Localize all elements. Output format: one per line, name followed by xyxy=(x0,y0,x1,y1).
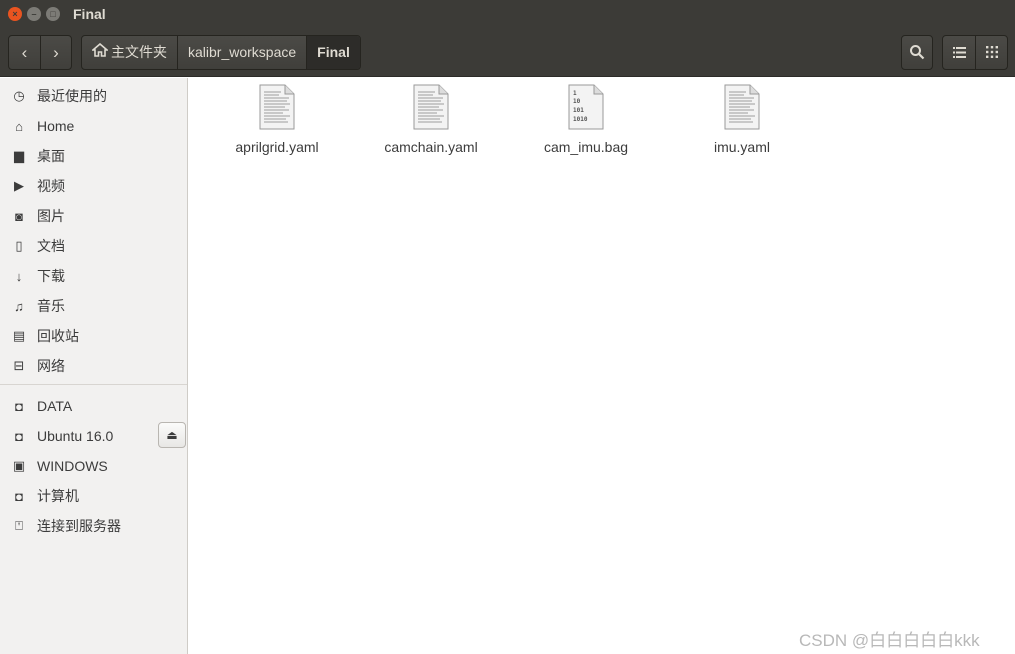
sidebar-item-label: Home xyxy=(37,118,75,134)
sidebar-item-label: 最近使用的 xyxy=(37,88,107,104)
sidebar-item-documents[interactable]: ▯ 文档 xyxy=(0,231,187,261)
breadcrumb-home-label: 主文件夹 xyxy=(111,44,167,60)
sidebar-item-windows-drive[interactable]: ▣ WINDOWS xyxy=(0,451,187,481)
binary-line: 10 xyxy=(573,98,581,105)
binary-line: 1 xyxy=(573,90,577,97)
drive-icon: ◘ xyxy=(15,488,23,504)
sidebar-item-label: 网络 xyxy=(37,358,65,374)
sidebar-item-pictures[interactable]: ◙ 图片 xyxy=(0,201,187,231)
sidebar-item-label: Ubuntu 16.0 xyxy=(37,428,114,444)
drive-icon: ◘ xyxy=(15,398,23,414)
sidebar-item-recent[interactable]: ◷ 最近使用的 xyxy=(0,81,187,111)
back-button[interactable]: ‹ xyxy=(9,36,40,69)
text-file-icon xyxy=(413,84,449,130)
server-icon: ⍞ xyxy=(15,518,23,533)
eject-icon: ⏏ xyxy=(166,428,178,442)
network-icon: ⊟ xyxy=(13,358,25,373)
title-bar: × – □ Final xyxy=(0,0,1015,29)
sidebar-item-label: 桌面 xyxy=(37,148,65,164)
breadcrumb-kalibr-workspace[interactable]: kalibr_workspace xyxy=(177,36,306,69)
sidebar-item-label: WINDOWS xyxy=(37,458,108,474)
music-icon: ♫ xyxy=(14,298,24,314)
binary-line: 1010 xyxy=(573,116,588,123)
sidebar-item-desktop[interactable]: ▆ 桌面 xyxy=(0,141,187,171)
sidebar-item-label: 计算机 xyxy=(37,488,79,504)
file-item[interactable]: aprilgrid.yaml xyxy=(212,84,342,155)
home-icon xyxy=(90,36,110,69)
sidebar-item-label: 音乐 xyxy=(37,298,65,314)
search-button[interactable] xyxy=(901,35,933,70)
clock-icon: ◷ xyxy=(13,88,25,103)
sidebar-item-label: 视频 xyxy=(37,178,65,194)
file-name: aprilgrid.yaml xyxy=(235,139,319,155)
navigation-buttons: ‹ › xyxy=(8,35,72,70)
folder-icon: ▆ xyxy=(14,148,24,163)
home-icon: ⌂ xyxy=(15,118,23,134)
breadcrumb: 主文件夹 kalibr_workspace Final xyxy=(81,35,361,70)
sidebar-item-computer[interactable]: ◘ 计算机 xyxy=(0,481,187,511)
view-mode-buttons xyxy=(942,35,1008,70)
trash-icon: ▤ xyxy=(12,328,26,343)
sidebar-item-videos[interactable]: ▶ 视频 xyxy=(0,171,187,201)
binary-file-icon: 1 10 101 1010 xyxy=(568,84,604,130)
file-name: imu.yaml xyxy=(713,139,770,155)
file-name: camchain.yaml xyxy=(384,139,478,155)
sidebar-item-data-drive[interactable]: ◘ DATA xyxy=(0,391,187,421)
binary-line: 101 xyxy=(573,107,584,114)
file-item[interactable]: imu.yaml xyxy=(677,84,807,155)
file-view: aprilgrid.yaml camchain.yaml 1 10 101 10… xyxy=(189,78,1015,654)
maximize-window-button[interactable]: □ xyxy=(46,7,60,21)
minimize-window-button[interactable]: – xyxy=(27,7,41,21)
sidebar-item-label: 下载 xyxy=(37,268,65,284)
sidebar-item-label: 图片 xyxy=(37,208,65,224)
sidebar-item-home[interactable]: ⌂ Home xyxy=(0,111,187,141)
list-view-button[interactable] xyxy=(943,36,975,69)
sidebar-item-network[interactable]: ⊟ 网络 xyxy=(0,351,187,381)
sidebar-item-label: 文档 xyxy=(37,238,65,254)
sidebar: ◷ 最近使用的 ⌂ Home ▆ 桌面 ▶ 视频 ◙ 图片 ▯ 文档 ↓ 下载 … xyxy=(0,78,188,654)
camera-icon: ◙ xyxy=(15,208,23,224)
file-item[interactable]: camchain.yaml xyxy=(366,84,496,155)
sidebar-item-label: DATA xyxy=(37,398,73,414)
forward-button[interactable]: › xyxy=(39,36,71,69)
search-icon xyxy=(910,45,925,60)
text-file-icon xyxy=(259,84,295,130)
sidebar-divider xyxy=(0,384,187,385)
video-icon: ▶ xyxy=(14,178,24,193)
list-view-icon xyxy=(952,47,966,58)
chip-drive-icon: ▣ xyxy=(12,458,26,473)
toolbar: ‹ › 主文件夹 kalibr_workspace Final xyxy=(0,29,1015,77)
breadcrumb-final[interactable]: Final xyxy=(306,36,360,69)
grid-view-icon xyxy=(985,46,998,58)
file-name: cam_imu.bag xyxy=(543,139,629,155)
drive-icon: ◘ xyxy=(15,428,23,444)
breadcrumb-home[interactable]: 主文件夹 xyxy=(82,36,177,69)
window-title: Final xyxy=(73,6,106,22)
sidebar-item-label: 回收站 xyxy=(37,328,79,344)
download-icon: ↓ xyxy=(15,268,23,284)
eject-button[interactable]: ⏏ xyxy=(158,422,186,448)
text-file-icon xyxy=(724,84,760,130)
document-icon: ▯ xyxy=(15,238,23,253)
sidebar-item-music[interactable]: ♫ 音乐 xyxy=(0,291,187,321)
sidebar-item-label: 连接到服务器 xyxy=(37,518,121,534)
file-item[interactable]: 1 10 101 1010 cam_imu.bag xyxy=(521,84,651,155)
sidebar-item-downloads[interactable]: ↓ 下载 xyxy=(0,261,187,291)
sidebar-item-trash[interactable]: ▤ 回收站 xyxy=(0,321,187,351)
watermark: CSDN @白白白白白kkk xyxy=(799,631,980,650)
grid-view-button[interactable] xyxy=(975,36,1007,69)
sidebar-item-connect-server[interactable]: ⍞ 连接到服务器 xyxy=(0,511,187,541)
close-window-button[interactable]: × xyxy=(8,7,22,21)
